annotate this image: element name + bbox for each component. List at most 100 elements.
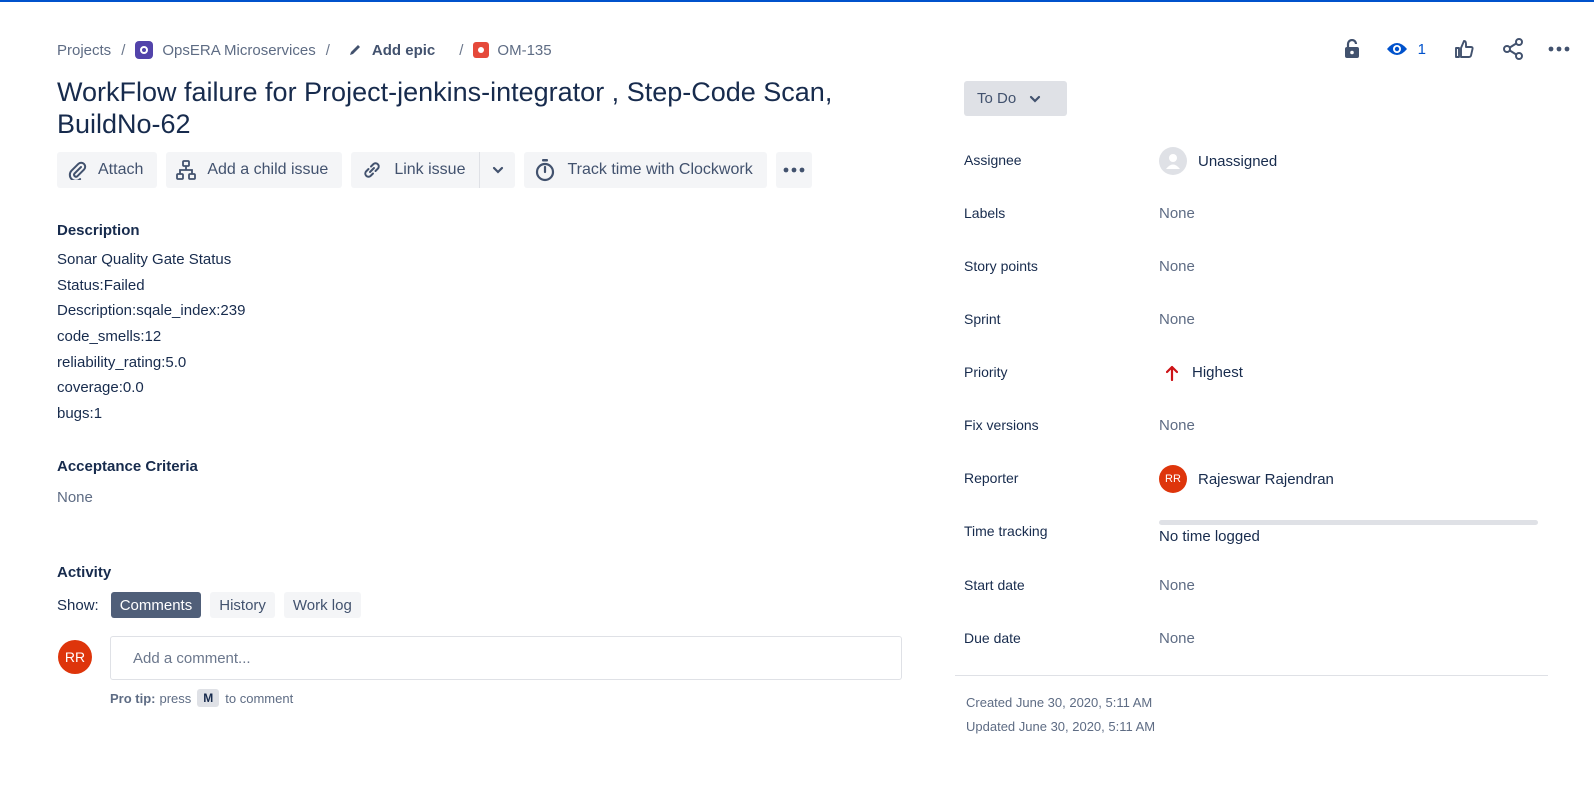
reporter-value: Rajeswar Rajendran (1198, 470, 1334, 488)
priority-label: Priority (964, 364, 1008, 380)
activity-filter-bar: Show: Comments History Work log (57, 592, 370, 618)
clockwork-label: Track time with Clockwork (567, 161, 753, 178)
attach-button[interactable]: Attach (57, 152, 158, 188)
created-date: Created June 30, 2020, 5:11 AM (966, 695, 1153, 710)
filter-history-button[interactable]: History (210, 592, 275, 618)
top-accent-bar (0, 0, 1594, 2)
reporter-field[interactable]: RR Rajeswar Rajendran (1159, 465, 1334, 493)
divider (955, 675, 1548, 676)
breadcrumb-issue-key[interactable]: OM-135 (497, 42, 551, 59)
sprint-label: Sprint (964, 311, 1001, 327)
clockwork-button[interactable]: Track time with Clockwork (524, 152, 767, 188)
arrow-up-icon (1166, 365, 1178, 381)
add-child-label: Add a child issue (207, 161, 329, 178)
story-points-value[interactable]: None (1159, 258, 1195, 275)
eye-icon (1386, 43, 1407, 55)
description-heading: Description (57, 222, 140, 239)
activity-heading: Activity (57, 564, 112, 581)
priority-value: Highest (1192, 364, 1243, 381)
thumbs-up-icon (1455, 40, 1474, 58)
start-date-label: Start date (964, 577, 1025, 593)
add-comment-input[interactable]: Add a comment... (110, 636, 902, 680)
pro-tip-suffix: to comment (225, 690, 294, 706)
description-line: coverage:0.0 (57, 379, 144, 397)
stopwatch-icon (536, 159, 555, 182)
paperclip-icon (68, 161, 87, 180)
time-tracking-bar[interactable] (1159, 520, 1538, 525)
issue-toolbar: Attach Add a child issue Link issue Trac… (57, 152, 821, 188)
breadcrumb: Projects / OpsERA Microservices / Add ep… (57, 38, 552, 62)
sprint-value[interactable]: None (1159, 311, 1195, 328)
link-icon (364, 162, 380, 178)
add-epic-button[interactable]: Add epic (348, 42, 435, 59)
assignee-value: Unassigned (1198, 152, 1278, 170)
add-epic-label: Add epic (371, 41, 436, 59)
attach-label: Attach (98, 161, 144, 178)
more-icon (783, 167, 805, 173)
share-button[interactable] (1502, 33, 1524, 65)
chevron-down-icon (1030, 95, 1041, 103)
share-icon (1503, 38, 1523, 60)
pro-tip-press: press (159, 690, 192, 706)
breadcrumb-projects[interactable]: Projects (57, 42, 111, 59)
fix-versions-label: Fix versions (964, 417, 1039, 433)
description-line: reliability_rating:5.0 (57, 353, 187, 371)
show-label: Show: (57, 596, 99, 614)
acceptance-criteria-heading: Acceptance Criteria (57, 458, 198, 475)
comment-placeholder: Add a comment... (133, 649, 251, 667)
issue-actions: 1 (1326, 33, 1570, 65)
fix-versions-value[interactable]: None (1159, 417, 1195, 434)
link-issue-label: Link issue (394, 161, 466, 178)
pro-tip: Pro tip: press M to comment (110, 689, 293, 707)
vote-button[interactable] (1454, 33, 1474, 65)
filter-comments-button[interactable]: Comments (110, 592, 202, 618)
start-date-value[interactable]: None (1159, 577, 1195, 594)
bug-icon (473, 42, 490, 58)
priority-field[interactable]: Highest (1159, 364, 1243, 381)
assignee-field[interactable]: Unassigned (1159, 147, 1277, 175)
story-points-label: Story points (964, 258, 1038, 274)
more-icon (1548, 46, 1570, 52)
description-line: Sonar Quality Gate Status (57, 251, 232, 268)
breadcrumb-project[interactable]: OpsERA Microservices (162, 42, 315, 59)
filter-worklog-button[interactable]: Work log (283, 592, 361, 618)
breadcrumb-separator: / (459, 41, 464, 59)
description-line: bugs:1 (57, 405, 103, 423)
pencil-icon (349, 45, 360, 55)
restrict-button[interactable] (1344, 33, 1360, 65)
pro-tip-label: Pro tip: (110, 690, 156, 706)
watchers-count: 1 (1417, 40, 1426, 58)
reporter-label: Reporter (964, 470, 1019, 486)
shortcut-key: M (197, 689, 220, 707)
link-issue-button[interactable]: Link issue (351, 152, 480, 188)
chevron-down-icon (492, 166, 504, 174)
updated-date: Updated June 30, 2020, 5:11 AM (966, 719, 1156, 734)
breadcrumb-separator: / (325, 41, 330, 59)
description-line: code_smells:12 (57, 328, 162, 346)
status-label: To Do (977, 90, 1017, 107)
description-body[interactable]: Sonar Quality Gate Status Status:Failed … (57, 249, 245, 429)
description-line: Status:Failed (57, 276, 145, 294)
due-date-value[interactable]: None (1159, 630, 1195, 647)
description-line: Description:sqale_index:239 (57, 302, 246, 320)
link-issue-dropdown[interactable] (479, 152, 516, 188)
avatar: RR (1159, 465, 1187, 493)
lock-open-icon (1344, 39, 1359, 58)
project-avatar-icon (135, 41, 154, 59)
issue-title[interactable]: WorkFlow failure for Project-jenkins-int… (57, 76, 887, 140)
time-tracking-value[interactable]: No time logged (1159, 528, 1260, 545)
add-child-issue-button[interactable]: Add a child issue (166, 152, 343, 188)
link-issue-group: Link issue (351, 152, 516, 188)
assignee-label: Assignee (964, 152, 1022, 168)
more-actions-button[interactable] (1548, 33, 1570, 65)
time-tracking-label: Time tracking (964, 523, 1048, 539)
avatar: RR (58, 640, 92, 674)
status-dropdown[interactable]: To Do (964, 81, 1067, 116)
user-icon (1159, 147, 1187, 175)
toolbar-more-button[interactable] (775, 152, 812, 188)
labels-value[interactable]: None (1159, 205, 1195, 222)
hierarchy-icon (176, 160, 197, 180)
acceptance-criteria-value[interactable]: None (57, 489, 93, 506)
watch-button[interactable]: 1 (1386, 33, 1426, 65)
breadcrumb-separator: / (121, 41, 126, 59)
